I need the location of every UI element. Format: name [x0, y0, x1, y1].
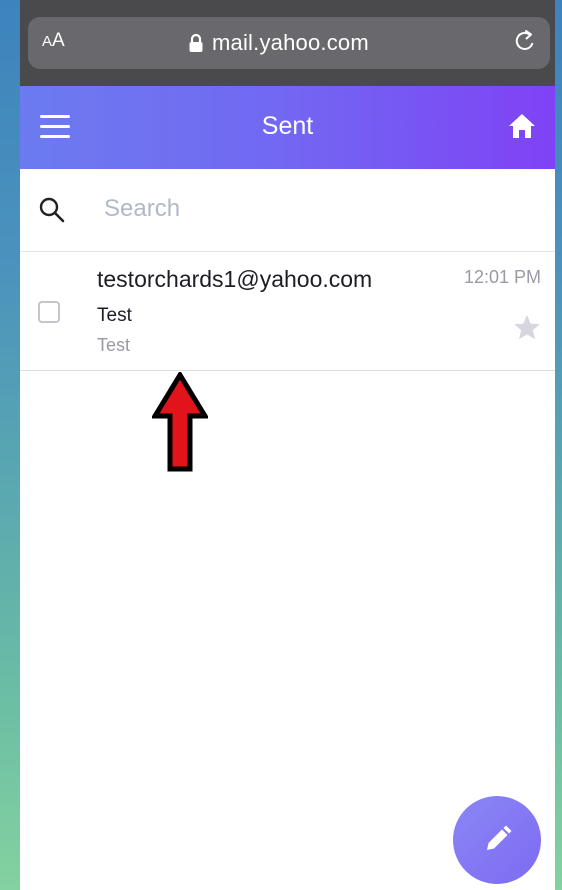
text-size-button[interactable]: AA [42, 30, 65, 52]
message-sender: testorchards1@yahoo.com [97, 266, 373, 292]
message-row[interactable]: testorchards1@yahoo.com Test Test 12:01 … [20, 252, 555, 371]
lock-icon [188, 33, 204, 53]
home-icon[interactable] [507, 111, 537, 146]
message-subject: Test [97, 305, 132, 326]
url-text: mail.yahoo.com [212, 30, 369, 55]
reload-icon[interactable] [512, 28, 538, 61]
page-title: Sent [261, 112, 314, 140]
text-size-small-a: A [42, 33, 53, 50]
message-time: 12:01 PM [463, 267, 541, 287]
search-bar [20, 169, 555, 252]
mail-app: Sent testorchards1@yahoo.com Test Test 1… [20, 86, 555, 890]
text-size-large-a: A [52, 30, 65, 51]
search-input[interactable] [100, 189, 538, 229]
star-icon[interactable] [513, 314, 541, 346]
message-checkbox[interactable] [38, 301, 60, 323]
pencil-icon [479, 822, 515, 863]
compose-button[interactable] [453, 796, 541, 884]
app-header: Sent [20, 86, 555, 169]
url-bar[interactable]: AA mail.yahoo.com [28, 17, 550, 69]
arrow-up-icon [150, 370, 210, 477]
message-snippet: Test [97, 335, 131, 355]
address[interactable]: mail.yahoo.com [188, 29, 369, 57]
search-icon[interactable] [38, 196, 66, 229]
